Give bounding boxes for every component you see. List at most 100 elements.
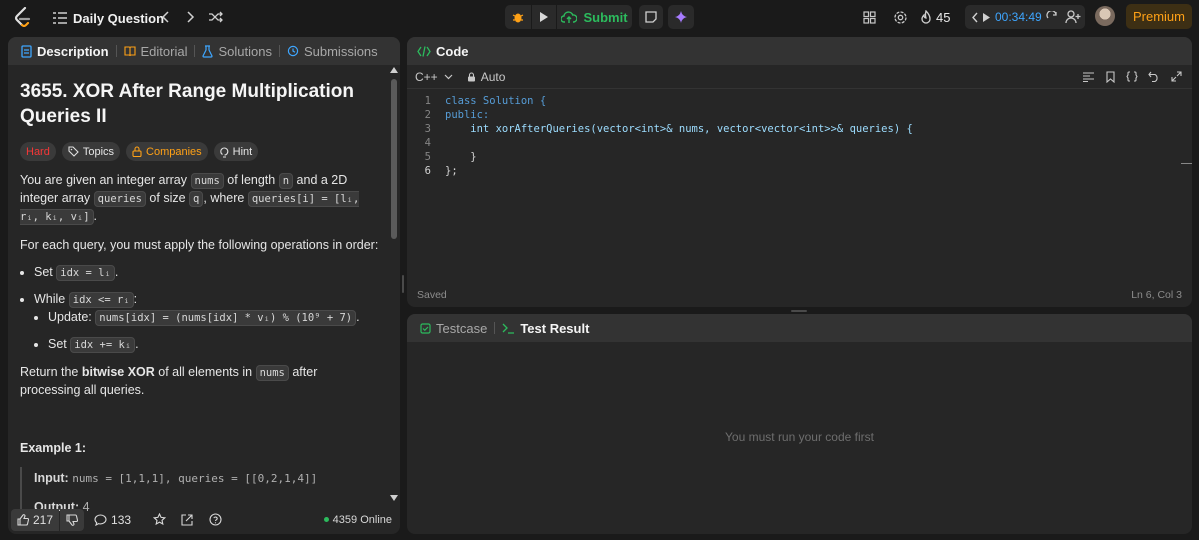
timer-value: 00:34:49 <box>995 10 1042 24</box>
text-span: . <box>93 209 98 223</box>
inline-code: idx <= rᵢ <box>68 292 134 308</box>
debug-button[interactable] <box>505 5 531 29</box>
comment-count: 133 <box>111 512 132 527</box>
share-icon[interactable] <box>175 508 199 532</box>
top-bar: Daily Question Submit 45 00:34:49 Premiu… <box>0 0 1199 36</box>
dislike-button[interactable] <box>60 508 85 531</box>
next-question-icon[interactable] <box>182 8 200 26</box>
tab-editorial[interactable]: Editorial <box>121 37 191 65</box>
lock-icon <box>132 146 142 157</box>
description-paragraph-2: For each query, you must apply the follo… <box>20 238 379 252</box>
code-panel-header: Code <box>407 37 1192 65</box>
text-span: : <box>133 292 138 306</box>
companies-label: Companies <box>146 145 202 158</box>
tab-solutions[interactable]: Solutions <box>199 37 274 65</box>
code-editor[interactable]: 1 class Solution { 2 public: 3 int xorAf… <box>407 95 1192 275</box>
daily-question-link[interactable]: Daily Question <box>73 9 164 27</box>
scrollbar-thumb[interactable] <box>391 79 397 239</box>
code-text: class Solution { <box>445 95 547 107</box>
submit-label: Submit <box>583 9 628 25</box>
description-paragraph-3: Return the bitwise XOR of all elements i… <box>20 364 380 399</box>
tab-description[interactable]: Description <box>18 37 112 65</box>
text-span: of size <box>149 191 186 205</box>
code-text: }; <box>445 165 458 177</box>
scroll-down-icon[interactable] <box>390 495 398 501</box>
chevron-left-icon[interactable] <box>971 12 978 23</box>
code-text: int xorAfterQueries(vector<int>& nums, v… <box>445 123 913 135</box>
result-tabs: Testcase Test Result <box>407 314 1192 342</box>
tab-submissions[interactable]: Submissions <box>284 37 381 65</box>
favorite-star-icon[interactable] <box>147 508 171 532</box>
help-icon[interactable] <box>203 508 227 532</box>
list-item: While idx <= rᵢ: Update: nums[idx] = (nu… <box>34 291 380 354</box>
play-icon[interactable] <box>982 12 991 23</box>
text-span: Update: <box>48 310 92 324</box>
terminal-icon <box>502 323 515 334</box>
premium-button[interactable]: Premium <box>1126 4 1192 29</box>
cursor-position: Ln 6, Col 3 <box>1131 289 1182 301</box>
bookmark-icon[interactable] <box>1102 65 1118 89</box>
problem-list-icon[interactable] <box>51 9 69 27</box>
text-span: , where <box>203 191 245 205</box>
code-line: 3 int xorAfterQueries(vector<int>& nums,… <box>407 123 1192 137</box>
avatar[interactable] <box>1095 6 1115 26</box>
inline-code: q <box>189 191 204 207</box>
note-icon <box>645 11 657 23</box>
inline-code: nums[idx] = (nums[idx] * vᵢ) % (10⁹ + 7) <box>95 310 357 326</box>
sparkle-icon <box>675 11 687 23</box>
prev-question-icon[interactable] <box>156 8 174 26</box>
inline-code: queries <box>93 191 146 207</box>
braces-icon[interactable] <box>1124 65 1140 89</box>
reset-icon[interactable] <box>1046 11 1058 23</box>
leetcode-logo[interactable] <box>12 6 34 28</box>
horizontal-resize-handle[interactable] <box>791 310 807 312</box>
hint-tag[interactable]: Hint <box>213 142 259 161</box>
list-item: Update: nums[idx] = (nums[idx] * vᵢ) % (… <box>48 309 380 327</box>
text-span: of all elements in <box>158 365 253 379</box>
code-line: 1 class Solution { <box>407 95 1192 109</box>
like-count: 217 <box>33 512 54 527</box>
layout-icon[interactable] <box>860 8 878 26</box>
tab-test-result[interactable]: Test Result <box>499 314 592 342</box>
tab-editorial-label: Editorial <box>140 43 188 59</box>
add-friend-icon[interactable] <box>1063 8 1083 26</box>
lightbulb-icon <box>219 146 228 158</box>
auto-mode[interactable]: Auto <box>467 70 505 84</box>
tag-row: Hard Topics Companies Hint <box>20 142 380 161</box>
comment-icon <box>94 513 107 526</box>
inline-code: nums <box>255 365 289 381</box>
tab-testcase-label: Testcase <box>436 320 488 336</box>
tab-testcase[interactable]: Testcase <box>417 314 490 342</box>
settings-gear-icon[interactable] <box>891 8 909 26</box>
submit-button[interactable]: Submit <box>557 5 632 29</box>
bold-text: bitwise XOR <box>81 365 155 379</box>
language-select[interactable]: C++ <box>415 70 453 84</box>
code-panel: Code C++ Auto 1 class Solution {2 publi… <box>407 37 1192 307</box>
text-span: Set <box>34 265 53 279</box>
thumbs-down-icon <box>66 513 79 526</box>
description-scrollbar[interactable] <box>390 67 398 501</box>
text-span: of length <box>227 173 276 187</box>
tab-divider <box>278 45 280 57</box>
vertical-resize-handle[interactable] <box>402 275 404 293</box>
text-span: Set <box>48 337 67 351</box>
companies-tag[interactable]: Companies <box>126 142 208 161</box>
topics-tag[interactable]: Topics <box>61 142 121 161</box>
nested-list: Update: nums[idx] = (nums[idx] * vᵢ) % (… <box>34 309 380 354</box>
scroll-up-icon[interactable] <box>390 67 398 73</box>
comments-button[interactable]: 133 <box>94 513 131 527</box>
streak-counter[interactable]: 45 <box>920 8 950 26</box>
difficulty-badge: Hard <box>20 142 56 161</box>
like-button[interactable]: 217 <box>11 508 60 531</box>
fire-icon <box>921 9 931 24</box>
maximize-icon[interactable] <box>1168 65 1184 89</box>
ai-assistant-button[interactable] <box>668 5 694 29</box>
shuffle-icon[interactable] <box>207 8 225 26</box>
run-button[interactable] <box>532 5 556 29</box>
problem-title: 3655. XOR After Range Multiplication Que… <box>20 81 354 127</box>
notes-button[interactable] <box>639 5 663 29</box>
format-icon[interactable] <box>1080 65 1096 89</box>
description-content: 3655. XOR After Range Multiplication Que… <box>20 79 380 527</box>
undo-icon[interactable] <box>1146 65 1162 89</box>
